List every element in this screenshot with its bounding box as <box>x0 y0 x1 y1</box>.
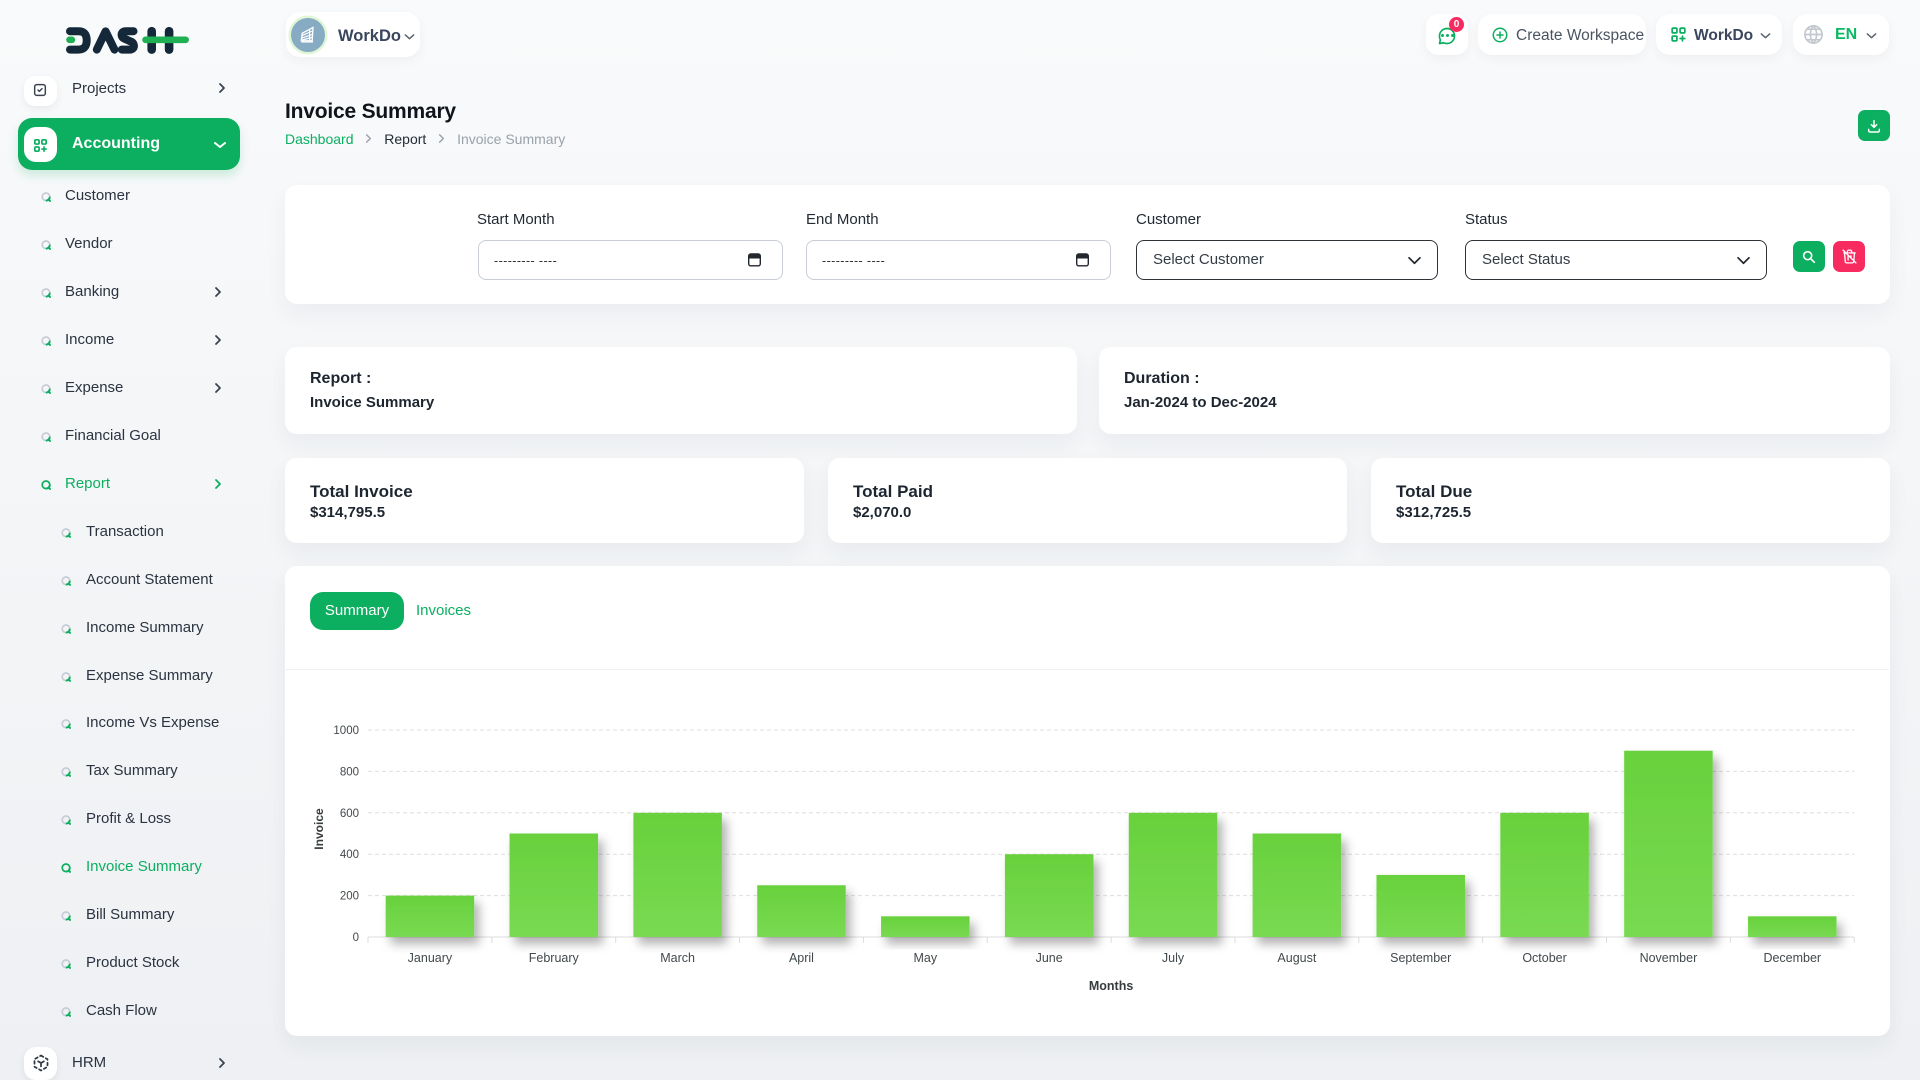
svg-text:November: November <box>1640 951 1698 965</box>
svg-text:400: 400 <box>340 849 359 861</box>
svg-text:600: 600 <box>340 808 359 820</box>
svg-text:January: January <box>408 951 453 965</box>
svg-text:December: December <box>1763 951 1821 965</box>
svg-text:200: 200 <box>340 891 359 903</box>
svg-text:May: May <box>914 951 938 965</box>
svg-text:October: October <box>1522 951 1566 965</box>
svg-text:1000: 1000 <box>333 725 359 737</box>
svg-text:March: March <box>660 951 695 965</box>
svg-text:0: 0 <box>353 932 359 944</box>
svg-text:August: August <box>1277 951 1316 965</box>
svg-text:July: July <box>1162 951 1185 965</box>
svg-text:800: 800 <box>340 766 359 778</box>
svg-text:February: February <box>529 951 580 965</box>
svg-text:Months: Months <box>1089 979 1133 993</box>
svg-text:April: April <box>789 951 814 965</box>
svg-text:June: June <box>1036 951 1063 965</box>
svg-text:September: September <box>1390 951 1451 965</box>
svg-text:Invoice: Invoice <box>312 808 326 850</box>
